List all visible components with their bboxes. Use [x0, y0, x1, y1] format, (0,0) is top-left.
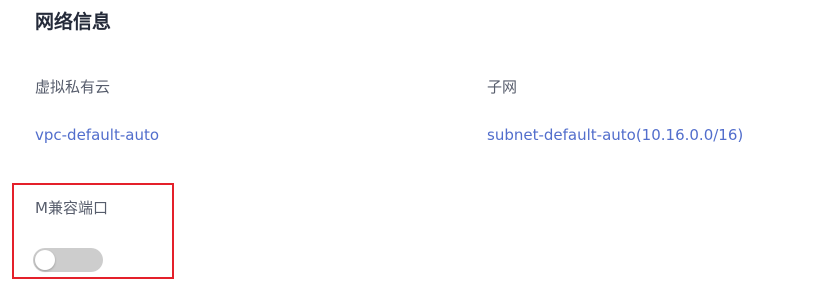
vpc-link[interactable]: vpc-default-auto	[35, 125, 159, 145]
subnet-link[interactable]: subnet-default-auto(10.16.0.0/16)	[487, 125, 743, 145]
subnet-label: 子网	[487, 78, 518, 96]
section-title: 网络信息	[35, 11, 112, 33]
m-port-toggle[interactable]	[33, 248, 103, 272]
m-port-label: M兼容端口	[35, 199, 108, 217]
toggle-knob	[35, 250, 55, 270]
network-info-panel: 网络信息 虚拟私有云 子网 vpc-default-auto subnet-de…	[0, 0, 824, 286]
vpc-label: 虚拟私有云	[35, 78, 111, 96]
